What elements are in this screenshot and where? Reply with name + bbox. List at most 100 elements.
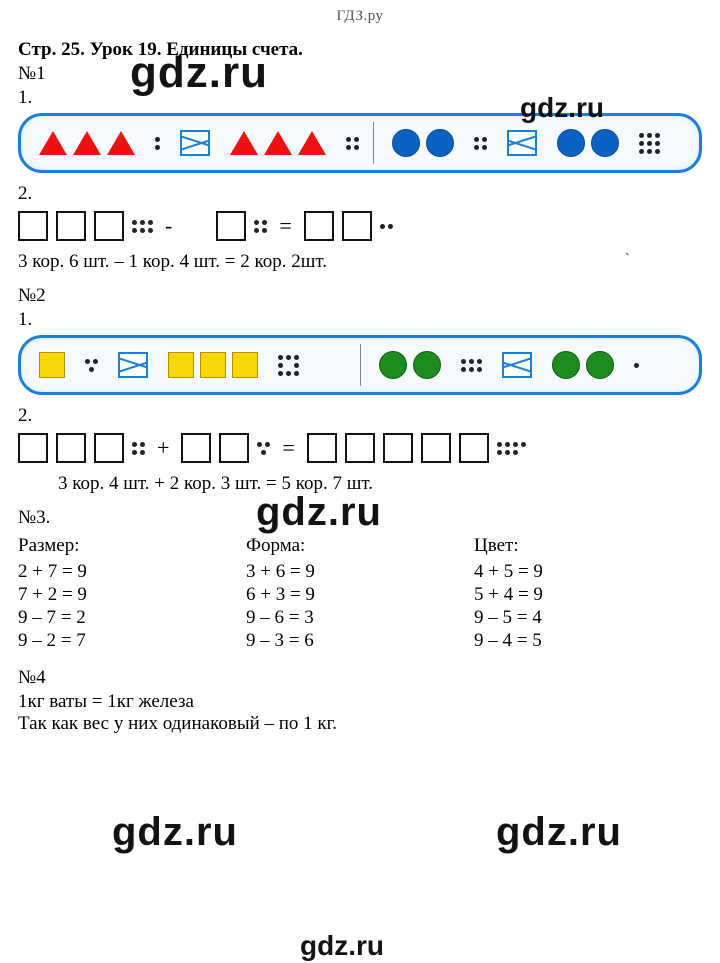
triangle-icon — [73, 131, 101, 155]
box-icon — [18, 433, 48, 463]
ex4-line-2: Так как вес у них одинаковый – по 1 кг. — [18, 713, 702, 735]
col-size: Размер: 2 + 7 = 9 7 + 2 = 9 9 – 7 = 2 9 … — [18, 533, 246, 653]
ex3-columns: Размер: 2 + 7 = 9 7 + 2 = 9 9 – 7 = 2 9 … — [18, 533, 702, 653]
ex2-answer: 3 кор. 4 шт. + 2 кор. 3 шт. = 5 кор. 7 ш… — [18, 473, 702, 495]
circle-blue-icon — [591, 129, 619, 157]
dots-7 — [497, 442, 526, 455]
col-head: Цвет: — [474, 535, 702, 557]
square-yellow-icon — [200, 352, 226, 378]
box-icon — [219, 433, 249, 463]
dots-4 — [254, 220, 267, 233]
dots-2 — [155, 137, 160, 150]
box-icon — [56, 211, 86, 241]
ex2-part-1: 1. — [18, 309, 702, 331]
circle-green-icon — [379, 351, 407, 379]
page-content: Стр. 25. Урок 19. Единицы счета. №1 1. — [0, 29, 720, 755]
ex1-right — [374, 116, 699, 170]
page-title: Стр. 25. Урок 19. Единицы счета. — [18, 39, 702, 61]
dots-6 — [132, 220, 153, 233]
ex4-line-1: 1кг ваты = 1кг железа — [18, 691, 702, 713]
equals-icon: = — [275, 213, 295, 239]
equation: 9 – 5 = 4 — [474, 607, 702, 629]
equation: 9 – 3 = 6 — [246, 630, 474, 652]
box-icon — [307, 433, 337, 463]
exercise-4-label: №4 — [18, 667, 702, 689]
square-yellow-icon — [39, 352, 65, 378]
equation: 6 + 3 = 9 — [246, 584, 474, 606]
watermark: gdz.ru — [300, 930, 384, 962]
equation: 5 + 4 = 9 — [474, 584, 702, 606]
greater-than-icon — [507, 130, 537, 156]
dots-4 — [474, 137, 487, 150]
less-than-icon — [180, 130, 210, 156]
dots-6 — [461, 359, 482, 372]
col-shape: Форма: 3 + 6 = 9 6 + 3 = 9 9 – 6 = 3 9 –… — [246, 533, 474, 653]
triangle-icon — [230, 131, 258, 155]
square-yellow-icon — [232, 352, 258, 378]
ex1-equation-pictorial: - = — [18, 211, 702, 241]
col-head: Размер: — [18, 535, 246, 557]
ex2-comparison-box — [18, 335, 702, 395]
equals-icon: = — [278, 435, 298, 461]
site-header: ГДЗ.ру — [0, 0, 720, 29]
ex1-comparison-box — [18, 113, 702, 173]
box-icon — [216, 211, 246, 241]
equation: 3 + 6 = 9 — [246, 561, 474, 583]
exercise-1-label: №1 — [18, 63, 702, 85]
equation: 9 – 7 = 2 — [18, 607, 246, 629]
equation: 9 – 2 = 7 — [18, 630, 246, 652]
ex2-left — [21, 338, 360, 392]
watermark: gdz.ru — [496, 810, 622, 855]
ex1-part-1: 1. — [18, 87, 702, 109]
greater-than-icon — [502, 352, 532, 378]
col-color: Цвет: 4 + 5 = 9 5 + 4 = 9 9 – 5 = 4 9 – … — [474, 533, 702, 653]
ex1-left — [21, 116, 373, 170]
minus-icon: - — [161, 213, 176, 239]
circle-green-icon — [552, 351, 580, 379]
box-icon — [421, 433, 451, 463]
ex1-part-2: 2. — [18, 183, 702, 205]
box-icon — [459, 433, 489, 463]
square-yellow-icon — [168, 352, 194, 378]
tick-mark: ` — [625, 251, 630, 269]
equation: 7 + 2 = 9 — [18, 584, 246, 606]
box-icon — [383, 433, 413, 463]
ex2-part-2: 2. — [18, 405, 702, 427]
ex2-equation-pictorial: + = — [18, 433, 702, 463]
box-icon — [304, 211, 334, 241]
plus-icon: + — [153, 435, 173, 461]
equation: 9 – 4 = 5 — [474, 630, 702, 652]
dots-8 — [278, 355, 299, 376]
ex1-answer: 3 кор. 6 шт. – 1 кор. 4 шт. = 2 кор. 2шт… — [18, 251, 702, 273]
dots-4 — [132, 442, 145, 455]
dots-4 — [346, 137, 359, 150]
answer-text: 3 кор. 6 шт. – 1 кор. 4 шт. = 2 кор. 2шт… — [18, 251, 327, 272]
circle-green-icon — [413, 351, 441, 379]
exercise-3-label: №3. — [18, 507, 702, 529]
dots-3 — [257, 442, 270, 455]
triangle-icon — [264, 131, 292, 155]
equation: 9 – 6 = 3 — [246, 607, 474, 629]
ex2-right — [361, 338, 700, 392]
exercise-2-label: №2 — [18, 285, 702, 307]
dots-2 — [380, 224, 393, 229]
circle-green-icon — [586, 351, 614, 379]
circle-blue-icon — [426, 129, 454, 157]
box-icon — [181, 433, 211, 463]
box-icon — [56, 433, 86, 463]
circle-blue-icon — [392, 129, 420, 157]
dots-1 — [634, 363, 639, 368]
equation: 4 + 5 = 9 — [474, 561, 702, 583]
circle-blue-icon — [557, 129, 585, 157]
box-icon — [94, 211, 124, 241]
col-head: Форма: — [246, 535, 474, 557]
triangle-icon — [107, 131, 135, 155]
watermark: gdz.ru — [112, 810, 238, 855]
less-than-icon — [118, 352, 148, 378]
triangle-icon — [39, 131, 67, 155]
box-icon — [342, 211, 372, 241]
dots-3 — [85, 359, 98, 372]
box-icon — [94, 433, 124, 463]
equation: 2 + 7 = 9 — [18, 561, 246, 583]
dots-9 — [639, 133, 660, 154]
